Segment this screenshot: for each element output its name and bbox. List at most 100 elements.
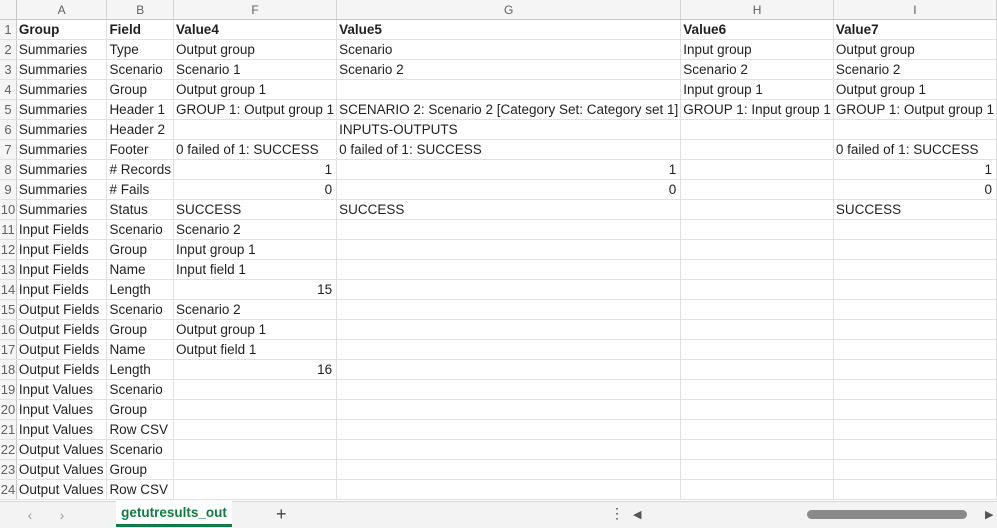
row-header[interactable]: 10 [0,199,17,220]
cell-f[interactable] [173,379,338,400]
cell-a[interactable]: Group [16,19,108,40]
cell-a[interactable]: Summaries [16,199,108,220]
cell-h[interactable] [680,179,834,200]
cell-h[interactable]: Input group [680,39,834,60]
cell-g[interactable] [336,279,682,300]
cell-a[interactable]: Output Fields [16,359,108,380]
cell-b[interactable]: Footer [106,139,175,160]
cell-i[interactable] [833,119,997,140]
cell-i[interactable]: 0 failed of 1: SUCCESS [833,139,997,160]
cell-b[interactable]: Group [106,459,175,480]
cell-h[interactable] [680,399,834,420]
cell-g[interactable] [336,419,682,440]
cell-i[interactable]: 1 [833,159,997,180]
cell-b[interactable]: # Records [106,159,175,180]
cell-h[interactable]: Scenario 2 [680,59,834,80]
cell-b[interactable]: Header 2 [106,119,175,140]
cell-h[interactable] [680,119,834,140]
cell-a[interactable]: Summaries [16,59,108,80]
cell-a[interactable]: Input Fields [16,219,108,240]
cell-h[interactable] [680,359,834,380]
cell-f[interactable]: Output field 1 [173,339,338,360]
cell-a[interactable]: Input Fields [16,259,108,280]
column-header-b[interactable]: B [106,0,175,20]
cell-a[interactable]: Input Values [16,399,108,420]
cell-a[interactable]: Summaries [16,159,108,180]
cell-g[interactable] [336,259,682,280]
cell-f[interactable]: 1 [173,159,338,180]
cell-g[interactable]: SUCCESS [336,199,682,220]
cell-g[interactable]: Value5 [336,19,682,40]
cell-g[interactable] [336,439,682,460]
cell-i[interactable]: SUCCESS [833,199,997,220]
cell-f[interactable] [173,399,338,420]
horizontal-scrollbar[interactable] [647,510,981,519]
row-header[interactable]: 20 [0,399,17,420]
cell-b[interactable]: Group [106,399,175,420]
cell-a[interactable]: Input Fields [16,279,108,300]
row-header[interactable]: 6 [0,119,17,140]
row-header[interactable]: 2 [0,39,17,60]
sheet-tab-getutresults-out[interactable]: getutresults_out [116,501,232,527]
cell-b[interactable]: Name [106,259,175,280]
cell-f[interactable]: Scenario 2 [173,219,338,240]
cell-b[interactable]: Scenario [106,299,175,320]
chevron-right-icon[interactable]: › [54,507,70,523]
cell-a[interactable]: Summaries [16,119,108,140]
cell-a[interactable]: Output Values [16,459,108,480]
cell-h[interactable]: Value6 [680,19,834,40]
cell-b[interactable]: Group [106,239,175,260]
row-header[interactable]: 18 [0,359,17,380]
row-header[interactable]: 13 [0,259,17,280]
column-header-g[interactable]: G [336,0,682,20]
cell-h[interactable] [680,379,834,400]
cell-b[interactable]: Scenario [106,439,175,460]
cell-h[interactable]: Input group 1 [680,79,834,100]
cell-a[interactable]: Input Values [16,419,108,440]
cell-b[interactable]: Type [106,39,175,60]
cell-a[interactable]: Input Values [16,379,108,400]
cell-i[interactable]: Scenario 2 [833,59,997,80]
cell-g[interactable]: 0 failed of 1: SUCCESS [336,139,682,160]
cell-g[interactable] [336,219,682,240]
cell-i[interactable]: GROUP 1: Output group 1 [833,99,997,120]
row-header[interactable]: 1 [0,19,17,40]
cell-i[interactable] [833,459,997,480]
cell-h[interactable] [680,419,834,440]
cell-h[interactable] [680,279,834,300]
cell-i[interactable] [833,339,997,360]
cell-g[interactable] [336,479,682,500]
cell-a[interactable]: Output Fields [16,299,108,320]
cell-i[interactable] [833,439,997,460]
row-header[interactable]: 8 [0,159,17,180]
row-header[interactable]: 21 [0,419,17,440]
cell-a[interactable]: Input Fields [16,239,108,260]
row-header[interactable]: 9 [0,179,17,200]
cell-f[interactable]: 0 [173,179,338,200]
row-header[interactable]: 14 [0,279,17,300]
row-header[interactable]: 24 [0,479,17,500]
row-header[interactable]: 11 [0,219,17,240]
row-header[interactable]: 23 [0,459,17,480]
cell-i[interactable] [833,399,997,420]
cell-i[interactable] [833,219,997,240]
row-header[interactable]: 12 [0,239,17,260]
cell-i[interactable] [833,259,997,280]
cell-f[interactable]: Output group 1 [173,319,338,340]
cell-i[interactable] [833,279,997,300]
cell-h[interactable] [680,459,834,480]
cell-h[interactable] [680,219,834,240]
cell-a[interactable]: Output Values [16,479,108,500]
cell-g[interactable]: Scenario 2 [336,59,682,80]
cell-i[interactable] [833,239,997,260]
cell-b[interactable]: Status [106,199,175,220]
cell-f[interactable]: Value4 [173,19,338,40]
row-header[interactable]: 7 [0,139,17,160]
cell-b[interactable]: Length [106,359,175,380]
cell-b[interactable]: Row CSV [106,419,175,440]
cell-h[interactable] [680,259,834,280]
cell-a[interactable]: Output Fields [16,319,108,340]
cell-f[interactable]: 0 failed of 1: SUCCESS [173,139,338,160]
cell-h[interactable] [680,439,834,460]
cell-g[interactable] [336,239,682,260]
